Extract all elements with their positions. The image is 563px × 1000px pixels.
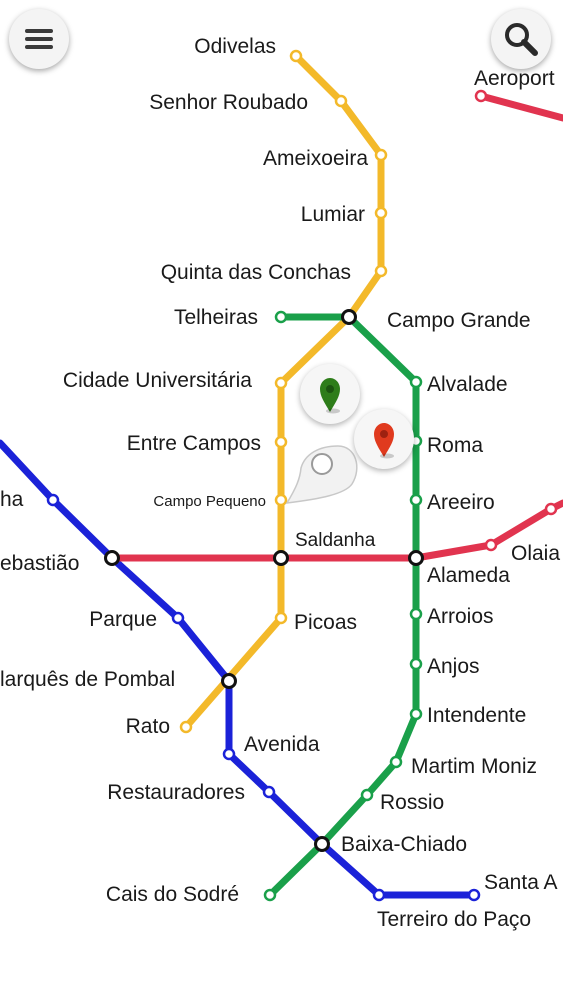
- station-dot-santa-apolonia[interactable]: [467, 888, 481, 902]
- label-areeiro[interactable]: Areeiro: [427, 491, 495, 514]
- magnifier-search-icon: [505, 23, 538, 56]
- station-dot-terreiro-do-paco[interactable]: [372, 888, 386, 902]
- station-dot-bela-vista[interactable]: [544, 502, 558, 516]
- station-dot-quinta-das-conchas[interactable]: [374, 264, 388, 278]
- station-dot-martim-moniz[interactable]: [389, 755, 403, 769]
- station-dot-lumiar[interactable]: [374, 206, 388, 220]
- label-praca-espanha[interactable]: ha: [0, 488, 24, 511]
- station-dot-cais-do-sodre[interactable]: [263, 888, 277, 902]
- station-dot-anjos[interactable]: [409, 657, 423, 671]
- station-dot-ameixoeira[interactable]: [374, 148, 388, 162]
- station-dot-arroios[interactable]: [409, 607, 423, 621]
- label-restauradores[interactable]: Restauradores: [107, 781, 245, 804]
- station-dot-aeroporto[interactable]: [474, 89, 488, 103]
- station-dot-campo-pequeno[interactable]: [274, 493, 288, 507]
- station-dot-rossio[interactable]: [360, 788, 374, 802]
- interchange-saldanha[interactable]: [273, 550, 289, 566]
- station-dot-olaias[interactable]: [484, 538, 498, 552]
- interchange-sao-sebastiao[interactable]: [104, 550, 120, 566]
- label-roma[interactable]: Roma: [427, 434, 483, 457]
- red-line-airport: [477, 92, 563, 122]
- station-dot-intendente[interactable]: [409, 707, 423, 721]
- label-arroios[interactable]: Arroios: [427, 605, 494, 628]
- station-dot-telheiras[interactable]: [274, 310, 288, 324]
- label-odivelas[interactable]: Odivelas: [194, 35, 276, 58]
- red-map-pin-icon: [374, 423, 394, 459]
- label-cidade-universitaria[interactable]: Cidade Universitária: [63, 369, 252, 392]
- station-dot-areeiro[interactable]: [409, 493, 423, 507]
- station-dot-rato[interactable]: [179, 720, 193, 734]
- green-map-pin-icon: [320, 378, 340, 414]
- station-dot-restauradores[interactable]: [262, 785, 276, 799]
- station-dot-entre-campos[interactable]: [274, 435, 288, 449]
- label-parque[interactable]: Parque: [89, 608, 157, 631]
- label-santa-apolonia[interactable]: Santa A: [484, 871, 558, 894]
- search-button[interactable]: [491, 9, 551, 69]
- label-campo-grande[interactable]: Campo Grande: [387, 309, 531, 332]
- label-entre-campos[interactable]: Entre Campos: [127, 432, 261, 455]
- label-olaias[interactable]: Olaia: [511, 542, 560, 565]
- label-sao-sebastiao[interactable]: ebastião: [0, 552, 79, 575]
- origin-pin-button[interactable]: [300, 364, 360, 424]
- label-senhor-roubado[interactable]: Senhor Roubado: [149, 91, 308, 114]
- station-dot-avenida[interactable]: [222, 747, 236, 761]
- current-location-pin-icon[interactable]: [285, 445, 358, 504]
- station-dot-parque[interactable]: [171, 611, 185, 625]
- label-avenida[interactable]: Avenida: [244, 733, 320, 756]
- label-cais-do-sodre[interactable]: Cais do Sodré: [106, 883, 239, 906]
- label-alvalade[interactable]: Alvalade: [427, 373, 508, 396]
- label-picoas[interactable]: Picoas: [294, 611, 357, 634]
- station-dot-praca-espanha[interactable]: [46, 493, 60, 507]
- interchange-baixa-chiado[interactable]: [314, 836, 330, 852]
- metro-map[interactable]: Odivelas Senhor Roubado Ameixoeira Lumia…: [0, 0, 563, 1000]
- label-quinta-das-conchas[interactable]: Quinta das Conchas: [161, 261, 351, 284]
- interchange-campo-grande[interactable]: [341, 309, 357, 325]
- interchange-marques-de-pombal[interactable]: [221, 673, 237, 689]
- label-alameda[interactable]: Alameda: [427, 564, 510, 587]
- interchange-alameda[interactable]: [408, 550, 424, 566]
- label-rossio[interactable]: Rossio: [380, 791, 444, 814]
- menu-button[interactable]: [9, 9, 69, 69]
- label-campo-pequeno[interactable]: Campo Pequeno: [153, 493, 266, 510]
- label-ameixoeira[interactable]: Ameixoeira: [263, 147, 368, 170]
- label-telheiras[interactable]: Telheiras: [174, 306, 258, 329]
- label-marques-de-pombal[interactable]: larquês de Pombal: [0, 668, 175, 691]
- label-saldanha[interactable]: Saldanha: [295, 530, 376, 551]
- label-terreiro-do-paco[interactable]: Terreiro do Paço: [377, 908, 531, 931]
- hamburger-menu-icon: [25, 29, 53, 49]
- destination-pin-button[interactable]: [354, 409, 414, 469]
- label-martim-moniz[interactable]: Martim Moniz: [411, 755, 537, 778]
- label-anjos[interactable]: Anjos: [427, 655, 480, 678]
- station-dot-picoas[interactable]: [274, 611, 288, 625]
- label-aeroporto[interactable]: Aeroport: [474, 67, 555, 90]
- station-dot-alvalade[interactable]: [409, 375, 423, 389]
- label-lumiar[interactable]: Lumiar: [301, 203, 365, 226]
- station-dot-cidade-universitaria[interactable]: [274, 376, 288, 390]
- station-dot-odivelas[interactable]: [289, 49, 303, 63]
- label-rato[interactable]: Rato: [126, 715, 170, 738]
- station-dot-senhor-roubado[interactable]: [334, 94, 348, 108]
- label-intendente[interactable]: Intendente: [427, 704, 526, 727]
- label-baixa-chiado[interactable]: Baixa-Chiado: [341, 833, 467, 856]
